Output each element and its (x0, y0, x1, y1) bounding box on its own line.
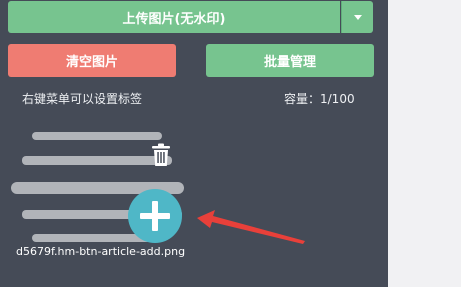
right-gutter (388, 0, 461, 287)
caret-down-icon (353, 14, 362, 20)
upload-options-dropdown-button[interactable] (341, 1, 373, 33)
upload-image-label: 上传图片(无水印) (122, 11, 226, 27)
tag-hint-text: 右键菜单可以设置标签 (22, 92, 143, 106)
batch-manage-label: 批量管理 (263, 55, 316, 70)
capacity-text: 容量：1/100 (284, 92, 355, 106)
batch-manage-button[interactable]: 批量管理 (206, 44, 374, 77)
clear-images-button[interactable]: 清空图片 (8, 44, 176, 77)
plus-icon[interactable] (127, 188, 183, 244)
image-filename: d5679f.hm-btn-article-add.png (16, 245, 186, 258)
clear-images-label: 清空图片 (65, 55, 118, 70)
upload-image-button[interactable]: 上传图片(无水印) (8, 1, 340, 33)
image-manager-panel: 上传图片(无水印) 清空图片 批量管理 右键菜单可以设置标签 容量：1/100 … (0, 0, 388, 287)
thumbnail-bar (32, 132, 162, 140)
annotation-arrow-icon (197, 210, 305, 244)
trash-icon[interactable] (150, 143, 172, 167)
